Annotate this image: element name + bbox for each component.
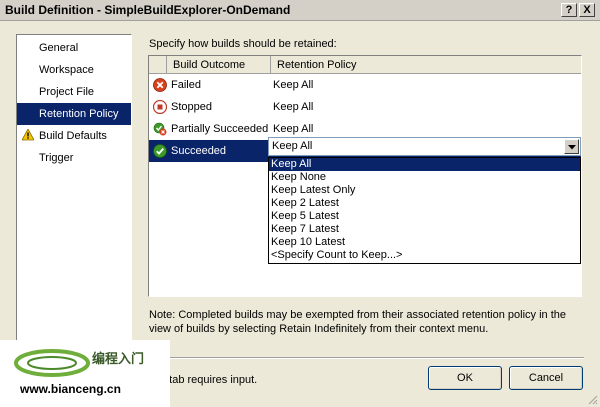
dropdown-option[interactable]: <Specify Count to Keep...> [269,249,580,262]
title-bar: Build Definition - SimpleBuildExplorer-O… [0,0,600,21]
stopped-icon [153,100,167,114]
table-row[interactable]: Stopped Keep All [149,96,581,118]
dropdown-option[interactable]: Keep None [269,171,580,184]
sidebar-item-label: Build Defaults [39,130,107,142]
retention-policy-cell: Keep All [273,101,314,113]
validation-warning-text: e tab requires input. [160,374,258,386]
sidebar: General Workspace Project File Retention… [16,34,132,356]
instruction-label: Specify how builds should be retained: [149,38,337,50]
succeeded-icon [153,144,167,158]
sidebar-item-retention-policy[interactable]: Retention Policy [17,103,131,125]
dropdown-arrow-button[interactable] [564,139,579,154]
help-button[interactable]: ? [561,3,577,17]
grid-header: Build Outcome Retention Policy [149,56,581,74]
dropdown-option[interactable]: Keep All [269,158,580,171]
cancel-button[interactable]: Cancel [509,366,583,390]
column-header-build-outcome[interactable]: Build Outcome [167,56,271,74]
window-title: Build Definition - SimpleBuildExplorer-O… [5,3,291,17]
retention-policy-combobox[interactable]: Keep All [268,137,581,156]
close-button[interactable]: X [579,3,595,17]
dropdown-option[interactable]: Keep 2 Latest [269,197,580,210]
sidebar-item-label: Project File [39,86,95,98]
watermark-chinese-text: 编程入门 [92,351,145,366]
sidebar-item-label: General [39,42,79,54]
column-header-retention-policy[interactable]: Retention Policy [271,56,581,74]
failed-icon [153,78,167,92]
build-outcome-cell: Succeeded [171,145,227,157]
sidebar-item-label: Retention Policy [39,108,119,120]
divider [148,357,584,359]
sidebar-item-general[interactable]: General [17,37,131,59]
sidebar-item-label: Workspace [39,64,94,76]
retention-policy-cell: Keep All [273,79,314,91]
warning-icon [22,129,34,141]
watermark: 编程入门 www.bianceng.cn [0,340,170,407]
sidebar-item-trigger[interactable]: Trigger [17,147,131,169]
sidebar-item-build-defaults[interactable]: Build Defaults [17,125,131,147]
dropdown-option[interactable]: Keep 5 Latest [269,210,580,223]
resize-grip-icon[interactable] [586,393,598,405]
chevron-down-icon [568,145,576,150]
watermark-logo-icon [14,349,90,377]
build-outcome-cell: Partially Succeeded [171,123,269,135]
watermark-url: www.bianceng.cn [20,382,121,396]
sidebar-item-workspace[interactable]: Workspace [17,59,131,81]
sidebar-item-label: Trigger [39,152,74,164]
partially-succeeded-icon [153,122,167,136]
retention-policy-dropdown-list: Keep All Keep None Keep Latest Only Keep… [268,157,581,264]
dropdown-option[interactable]: Keep 10 Latest [269,236,580,249]
table-row[interactable]: Failed Keep All [149,74,581,96]
ok-button[interactable]: OK [428,366,502,390]
build-outcome-cell: Stopped [171,101,212,113]
retention-note: Note: Completed builds may be exempted f… [149,309,566,335]
sidebar-item-project-file[interactable]: Project File [17,81,131,103]
grid-header-icon-col [149,56,167,74]
dropdown-option[interactable]: Keep 7 Latest [269,223,580,236]
build-outcome-cell: Failed [171,79,201,91]
combobox-value: Keep All [272,140,313,152]
dropdown-option[interactable]: Keep Latest Only [269,184,580,197]
